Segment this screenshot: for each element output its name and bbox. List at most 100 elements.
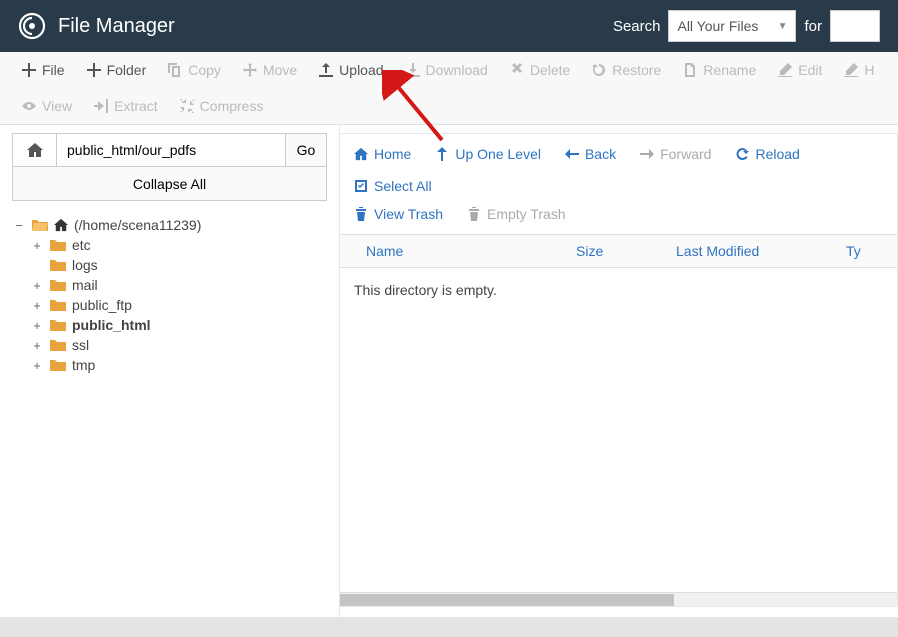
search-input[interactable] [830, 10, 880, 42]
folder-icon [50, 238, 66, 252]
empty-message: This directory is empty. [354, 282, 497, 298]
tree-item[interactable]: + public_ftp [30, 295, 327, 315]
reload-icon [735, 147, 749, 161]
plus-icon [22, 63, 36, 77]
delete-button[interactable]: Delete [500, 58, 580, 82]
home-button[interactable] [12, 133, 56, 167]
tree-item[interactable]: logs [30, 255, 327, 275]
upload-icon [319, 63, 333, 77]
table-body: This directory is empty. [340, 268, 897, 592]
edit-icon [844, 63, 858, 77]
plus-icon [87, 63, 101, 77]
new-folder-button[interactable]: Folder [77, 58, 157, 82]
tree-item-label: ssl [72, 337, 89, 353]
app-title: File Manager [58, 15, 175, 38]
search-type-value: All Your Files [677, 18, 758, 34]
footer-stripe [0, 617, 898, 637]
tree-item-label: logs [72, 257, 98, 273]
rename-icon [683, 63, 697, 77]
download-icon [406, 63, 420, 77]
extract-icon [94, 99, 108, 113]
scrollbar-thumb[interactable] [340, 594, 674, 606]
expand-icon[interactable]: + [30, 358, 44, 373]
extract-button[interactable]: Extract [84, 94, 168, 118]
restore-icon [592, 63, 606, 77]
nav-reload-button[interactable]: Reload [725, 140, 809, 168]
folder-icon [50, 318, 66, 332]
tree-children: + etc logs + mail + public_ftp + public_html + ssl… [30, 235, 327, 375]
tree-item-label: tmp [72, 357, 95, 373]
copy-button[interactable]: Copy [158, 58, 231, 82]
nav-up-button[interactable]: Up One Level [425, 140, 551, 168]
folder-open-icon [32, 218, 48, 232]
forward-arrow-icon [640, 147, 654, 161]
edit-button[interactable]: Edit [768, 58, 832, 82]
tree-root[interactable]: − (/home/scena11239) [12, 215, 327, 235]
th-name[interactable]: Name [366, 243, 576, 259]
back-arrow-icon [565, 147, 579, 161]
nav-back-button[interactable]: Back [555, 140, 626, 168]
view-trash-button[interactable]: View Trash [344, 200, 453, 228]
nav-home-button[interactable]: Home [344, 140, 421, 168]
tree-item[interactable]: + etc [30, 235, 327, 255]
tree-item[interactable]: + public_html [30, 315, 327, 335]
tree-item-label: public_html [72, 317, 151, 333]
nav-forward-button[interactable]: Forward [630, 140, 721, 168]
go-button[interactable]: Go [285, 133, 327, 167]
expand-icon[interactable]: + [30, 338, 44, 353]
expand-icon[interactable]: + [30, 278, 44, 293]
upload-button[interactable]: Upload [309, 58, 393, 82]
tree-item-label: etc [72, 237, 91, 253]
sidebar: Go Collapse All − (/home/scena11239) + et… [0, 125, 340, 617]
up-arrow-icon [435, 147, 449, 161]
download-button[interactable]: Download [396, 58, 498, 82]
collapse-icon[interactable]: − [12, 218, 26, 233]
app-header: File Manager Search All Your Files ▼ for [0, 0, 898, 52]
table-header: Name Size Last Modified Ty [340, 234, 897, 268]
tree-item[interactable]: + mail [30, 275, 327, 295]
folder-icon [50, 358, 66, 372]
search-type-select[interactable]: All Your Files ▼ [668, 10, 796, 42]
tree-item-label: mail [72, 277, 98, 293]
compress-button[interactable]: Compress [170, 94, 274, 118]
move-button[interactable]: Move [233, 58, 307, 82]
view-button[interactable]: View [12, 94, 82, 118]
home-icon [27, 142, 43, 158]
cpanel-logo [18, 12, 46, 40]
home-icon [354, 147, 368, 161]
caret-down-icon: ▼ [778, 21, 788, 32]
main-area: Go Collapse All − (/home/scena11239) + et… [0, 125, 898, 617]
main-toolbar: File Folder Copy Move Upload Download De… [0, 52, 898, 125]
expand-icon[interactable]: + [30, 238, 44, 253]
th-size[interactable]: Size [576, 243, 676, 259]
th-type[interactable]: Ty [846, 243, 885, 259]
folder-tree: − (/home/scena11239) + etc logs + mail + publi… [12, 215, 327, 607]
expand-icon[interactable]: + [30, 298, 44, 313]
restore-button[interactable]: Restore [582, 58, 671, 82]
content-pane: Home Up One Level Back Forward Reload [340, 133, 898, 607]
select-all-button[interactable]: Select All [344, 172, 442, 200]
tree-item[interactable]: + ssl [30, 335, 327, 355]
horizontal-scrollbar[interactable] [340, 592, 897, 606]
expand-icon[interactable]: + [30, 318, 44, 333]
tree-item-label: public_ftp [72, 297, 132, 313]
html-editor-button[interactable]: H [834, 58, 884, 82]
folder-icon [50, 298, 66, 312]
new-file-button[interactable]: File [12, 58, 75, 82]
empty-trash-button[interactable]: Empty Trash [457, 200, 576, 228]
compress-icon [180, 99, 194, 113]
eye-icon [22, 99, 36, 113]
folder-icon [50, 278, 66, 292]
delete-icon [510, 63, 524, 77]
folder-icon [50, 338, 66, 352]
th-last-modified[interactable]: Last Modified [676, 243, 846, 259]
check-icon [354, 179, 368, 193]
trash-icon [354, 207, 368, 221]
collapse-all-button[interactable]: Collapse All [12, 167, 327, 201]
search-area: Search All Your Files ▼ for [613, 10, 880, 42]
path-input[interactable] [56, 133, 285, 167]
trash-icon [467, 207, 481, 221]
edit-icon [778, 63, 792, 77]
rename-button[interactable]: Rename [673, 58, 766, 82]
tree-item[interactable]: + tmp [30, 355, 327, 375]
